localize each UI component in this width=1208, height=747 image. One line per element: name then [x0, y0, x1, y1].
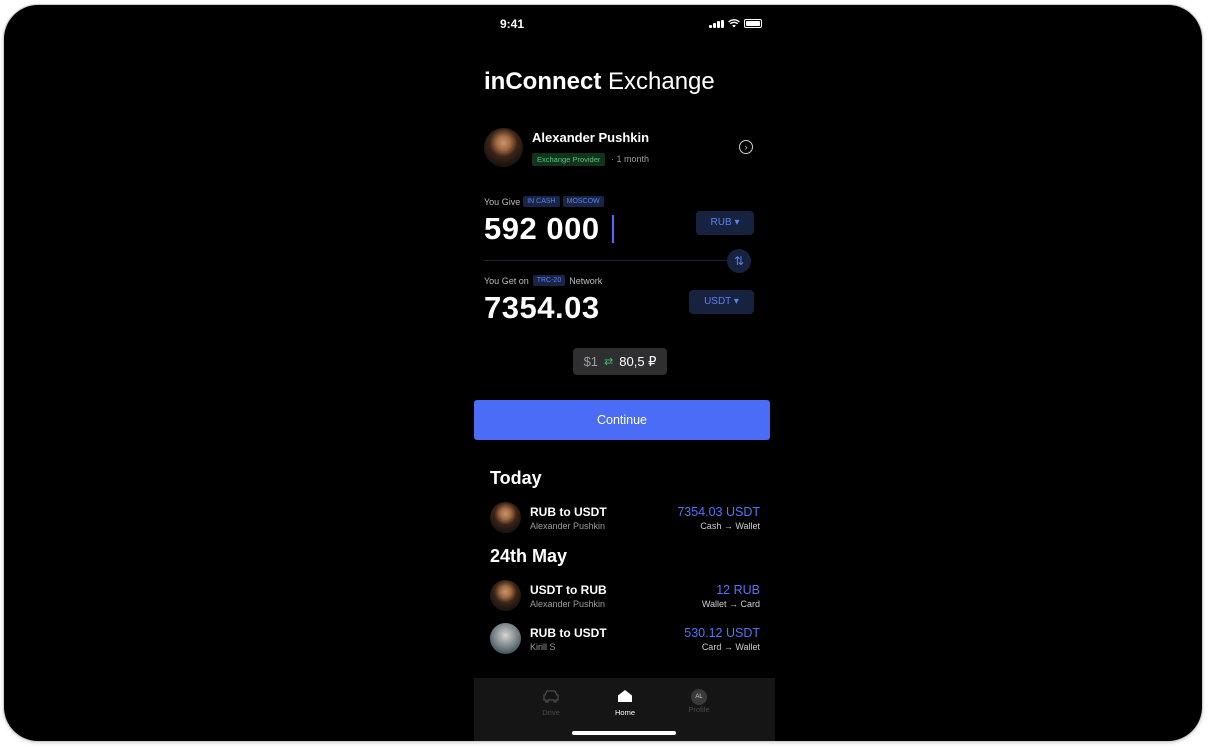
- app-title-section: Exchange: [608, 68, 715, 95]
- tab-profile[interactable]: AL Profile: [679, 689, 719, 714]
- section-heading-today: Today: [490, 468, 542, 488]
- provider-avatar[interactable]: [484, 128, 523, 167]
- profile-avatar-icon: AL: [691, 689, 707, 705]
- cellular-signal-icon: [709, 20, 724, 28]
- tab-profile-label: Profile: [688, 705, 710, 714]
- get-currency-label: USDT: [704, 296, 732, 307]
- rate-left: $1: [583, 354, 599, 369]
- give-tag-cash: IN CASH: [523, 196, 560, 207]
- network-word: Network: [569, 275, 603, 286]
- battery-icon: [743, 19, 762, 28]
- home-indicator[interactable]: [572, 731, 676, 735]
- give-header: You Give IN CASH MOSCOW: [484, 196, 604, 207]
- swap-arrows-icon[interactable]: ⇅: [727, 249, 751, 273]
- section-heading-date: 24th May: [490, 546, 568, 566]
- car-icon: [543, 690, 559, 703]
- give-currency-select[interactable]: RUB ▾: [696, 211, 754, 235]
- transaction-route: Card → Wallet: [701, 642, 760, 652]
- give-currency-label: RUB: [710, 217, 732, 228]
- transaction-person: Alexander Pushkin: [530, 521, 606, 531]
- wifi-icon: [727, 19, 740, 28]
- transaction-amount: 530.12 USDT: [684, 626, 760, 640]
- caret-down-icon: ▾: [733, 296, 739, 307]
- get-header: You Get on TRC-20 Network: [484, 275, 602, 286]
- transaction-title[interactable]: USDT to RUB: [530, 583, 607, 597]
- get-currency-select[interactable]: USDT ▾: [689, 290, 754, 314]
- transaction-person: Kirill S: [530, 642, 556, 652]
- give-tag-city: MOSCOW: [562, 196, 604, 207]
- avatar: [490, 502, 521, 533]
- divider: [484, 260, 734, 261]
- transaction-title[interactable]: RUB to USDT: [530, 505, 607, 519]
- exchange-rate-pill: $1 ⇄ 80,5 ₽: [573, 348, 667, 375]
- app-title: inConnect Exchange: [484, 68, 715, 96]
- transaction-title[interactable]: RUB to USDT: [530, 626, 607, 640]
- exchange-arrows-icon: ⇄: [604, 356, 614, 368]
- status-icons: [709, 19, 762, 28]
- transaction-amount: 12 RUB: [716, 583, 760, 597]
- provider-badge: Exchange Provider: [532, 153, 606, 166]
- get-amount: 7354.03: [484, 290, 600, 325]
- transaction-route: Wallet → Card: [701, 599, 760, 609]
- tab-drive[interactable]: Drive: [531, 689, 571, 717]
- status-time: 9:41: [500, 17, 525, 31]
- provider-meta: · 1 month: [611, 154, 650, 164]
- avatar: [490, 580, 521, 611]
- give-label: You Give: [484, 196, 521, 207]
- continue-button[interactable]: Continue: [474, 400, 770, 440]
- phone-screen: 9:41 inConnect Exchange Alexander Pushki…: [4, 5, 1202, 741]
- app-title-brand: inConnect: [484, 68, 602, 95]
- chevron-right-icon[interactable]: ›: [739, 140, 753, 154]
- avatar: [490, 623, 521, 654]
- text-caret: [612, 215, 614, 243]
- home-icon: [618, 690, 632, 702]
- get-label: You Get on: [484, 275, 529, 286]
- tab-home-label: Home: [614, 708, 635, 717]
- transaction-person: Alexander Pushkin: [530, 599, 606, 609]
- give-amount-input[interactable]: 592 000: [484, 211, 600, 247]
- tab-drive-label: Drive: [542, 708, 560, 717]
- network-tag: TRC-20: [532, 275, 566, 286]
- provider-name: Alexander Pushkin: [532, 130, 650, 145]
- caret-down-icon: ▾: [734, 217, 740, 228]
- rate-right: 80,5 ₽: [619, 353, 657, 369]
- tab-home[interactable]: Home: [605, 689, 645, 717]
- transaction-route: Cash → Wallet: [700, 521, 760, 531]
- transaction-amount: 7354.03 USDT: [677, 505, 760, 519]
